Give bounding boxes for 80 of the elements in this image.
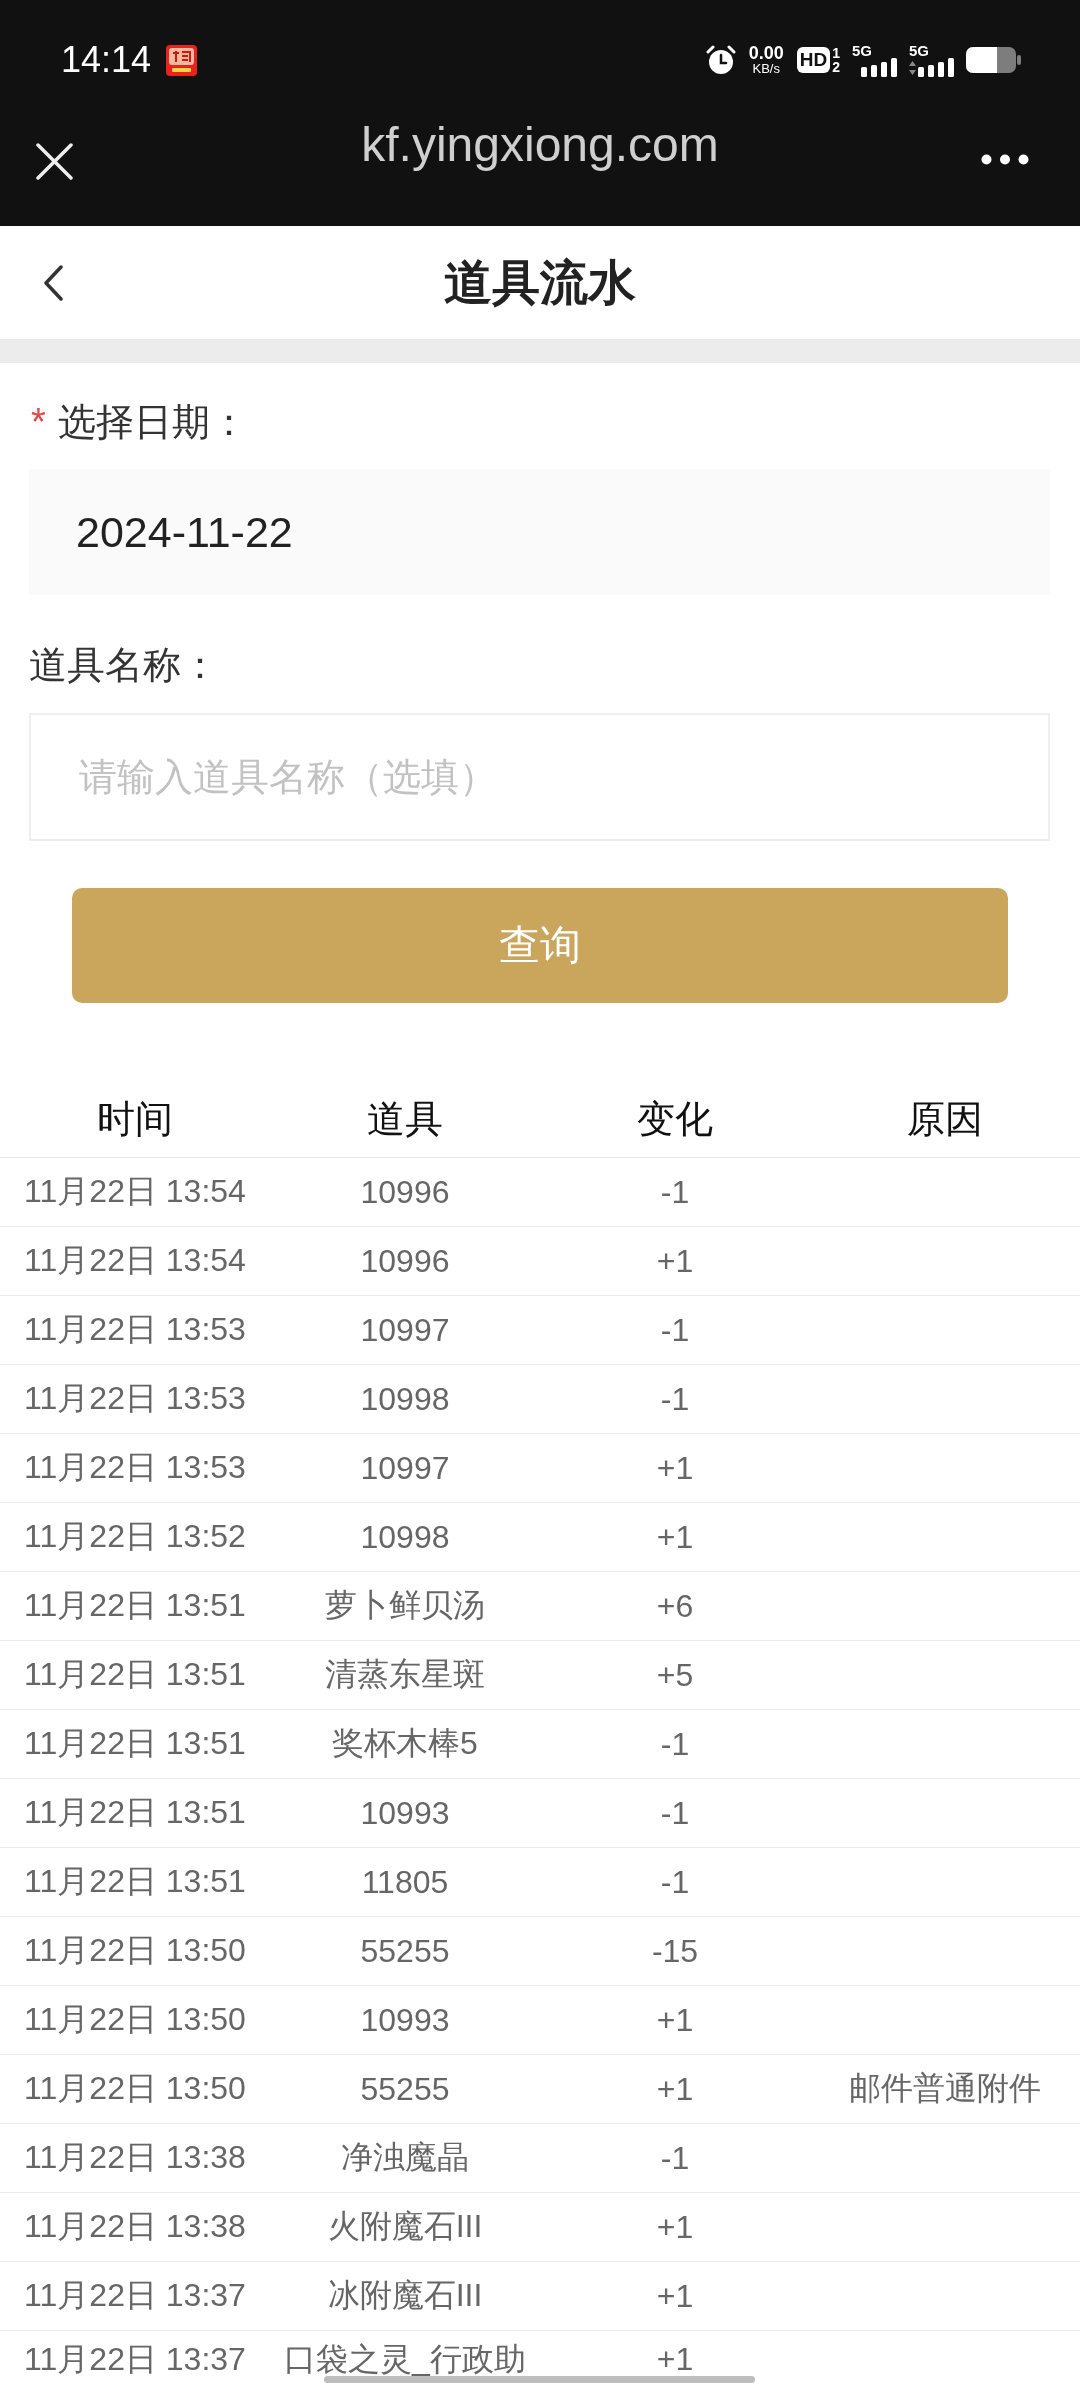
- alarm-clock-icon: [705, 45, 736, 75]
- table-cell: -1: [660, 1725, 690, 1763]
- table-cell: -1: [660, 2139, 690, 2177]
- table-cell-text: 净浊魔晶: [341, 2138, 469, 2177]
- table-cell: +1: [656, 2208, 694, 2246]
- app-notification-icon: [166, 44, 198, 76]
- table-cell: +5: [656, 1656, 694, 1694]
- table-cell-text: 11月22日 13:51: [24, 1586, 246, 1625]
- column-header: 变化: [637, 1097, 713, 1142]
- table-cell-text: 火附魔石III: [327, 2207, 483, 2246]
- table-cell: -1: [660, 1173, 690, 1211]
- table-cell: 10996: [360, 1242, 450, 1280]
- table-cell: 11805: [361, 1863, 449, 1901]
- back-icon[interactable]: [43, 264, 63, 301]
- table-cell-text: 11月22日 13:53: [24, 1379, 246, 1418]
- table-cell-text: 11月22日 13:51: [24, 1724, 246, 1763]
- hd-voice-badge: HD: [796, 47, 831, 73]
- status-time: 14:14: [61, 40, 152, 80]
- required-asterisk: *: [31, 400, 46, 445]
- table-cell-text: 11月22日 13:38: [24, 2138, 246, 2177]
- sim-slot-number: 1: [832, 46, 840, 60]
- table-cell-text: 11月22日 13:38: [24, 2207, 246, 2246]
- column-header: 原因: [907, 1097, 983, 1142]
- table-cell: +1: [656, 1518, 694, 1556]
- table-cell: 10997: [360, 1311, 450, 1349]
- network-speed-value: 0.00: [748, 44, 784, 62]
- table-cell-text: 冰附魔石III: [327, 2276, 483, 2315]
- table-cell-text: 11月22日 13:54: [24, 1172, 246, 1211]
- field-label: 道具名称：: [29, 643, 219, 688]
- table-cell-text: 11月22日 13:53: [24, 1448, 246, 1487]
- table-cell-text: 清蒸东星斑: [325, 1655, 485, 1694]
- table-cell-text: 邮件普通附件: [849, 2069, 1041, 2108]
- table-cell: 10993: [360, 1794, 450, 1832]
- table-cell: 10997: [360, 1449, 450, 1487]
- table-cell: +1: [656, 2277, 694, 2315]
- field-label: 选择日期：: [57, 400, 248, 445]
- table-cell-text: 11月22日 13:54: [24, 1241, 246, 1280]
- table-cell-text: 11月22日 13:53: [24, 1310, 246, 1349]
- item-name-field[interactable]: 请输入道具名称（选填）: [29, 713, 1050, 841]
- table-cell: -1: [660, 1863, 690, 1901]
- table-cell-text: 奖杯木棒5: [332, 1724, 478, 1763]
- table-cell: 10996: [360, 1173, 450, 1211]
- table-cell-text: 11月22日 13:37: [24, 2339, 246, 2379]
- column-header: 道具: [367, 1097, 443, 1142]
- table-cell-text: 11月22日 13:51: [24, 1655, 246, 1694]
- table-cell-text: 11月22日 13:52: [24, 1517, 246, 1556]
- table-cell-text: 11月22日 13:51: [24, 1793, 246, 1832]
- table-cell-text: 口袋之灵_行政助: [284, 2339, 526, 2379]
- network-type-label: 5G: [909, 43, 929, 58]
- table-cell-text: 11月22日 13:50: [24, 2000, 246, 2039]
- page-title: 道具流水: [444, 254, 636, 311]
- more-options-icon[interactable]: [981, 154, 1029, 165]
- table-cell-text: 萝卜鲜贝汤: [325, 1586, 485, 1625]
- table-cell: +1: [656, 1242, 694, 1280]
- table-cell: -1: [660, 1794, 690, 1832]
- sim-slot-number: 2: [832, 60, 840, 74]
- table-cell: 55255: [360, 1932, 450, 1970]
- table-cell: +1: [656, 2070, 694, 2108]
- table-cell: -1: [660, 1311, 690, 1349]
- column-header: 时间: [97, 1097, 173, 1142]
- page-url: kf.yingxiong.com: [361, 117, 719, 173]
- network-speed-unit: KB/s: [752, 61, 780, 76]
- battery-icon: [966, 47, 1021, 73]
- table-cell-text: 11月22日 13:37: [24, 2276, 246, 2315]
- table-cell: 10993: [360, 2001, 450, 2039]
- table-cell: 10998: [360, 1518, 450, 1556]
- close-icon[interactable]: [36, 143, 73, 180]
- table-cell: +1: [656, 1449, 694, 1487]
- table-cell: 10998: [360, 1380, 450, 1418]
- network-type-label: 5G: [852, 43, 872, 58]
- table-cell: +1: [656, 2341, 694, 2378]
- table-cell: -15: [651, 1932, 699, 1970]
- table-cell-text: 11月22日 13:51: [24, 1862, 246, 1901]
- table-cell-text: 11月22日 13:50: [24, 1931, 246, 1970]
- date-field[interactable]: 2024-11-22: [29, 469, 1050, 595]
- table-cell: +1: [656, 2001, 694, 2039]
- table-cell: 55255: [360, 2070, 450, 2108]
- table-cell: +6: [656, 1587, 694, 1625]
- table-cell-text: 11月22日 13:50: [24, 2069, 246, 2108]
- table-cell: -1: [660, 1380, 690, 1418]
